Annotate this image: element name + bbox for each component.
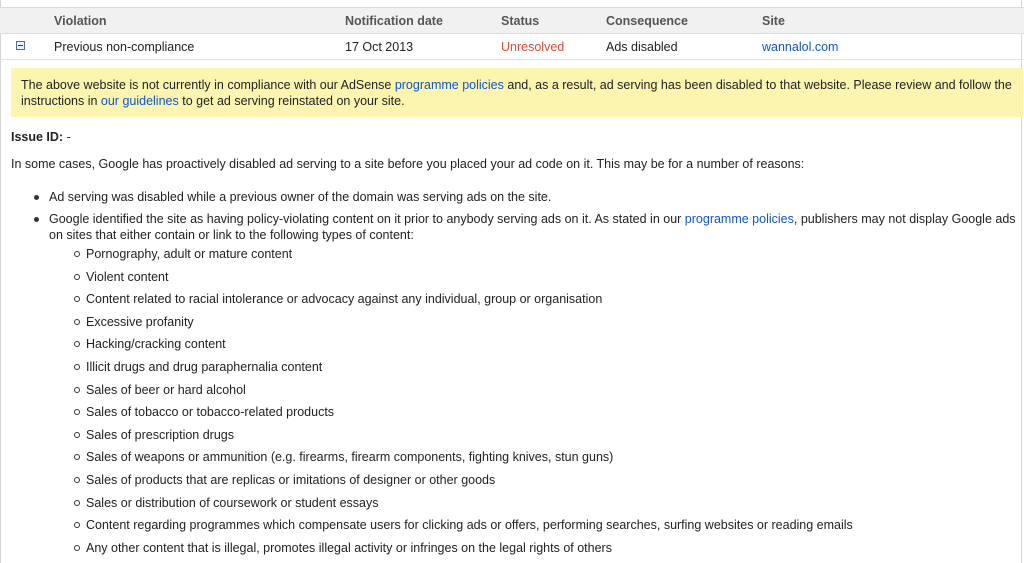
issue-id: Issue ID: - [11, 130, 71, 144]
list-item: Illicit drugs and drug paraphernalia con… [74, 359, 1018, 382]
list-item: Content related to racial intolerance or… [74, 291, 1018, 314]
list-item: Pornography, adult or mature content [74, 246, 1018, 269]
content-type: Sales of products that are replicas or i… [86, 472, 496, 487]
issue-id-label: Issue ID: [11, 130, 64, 144]
column-header-consequence[interactable]: Consequence [606, 14, 688, 28]
content-type: Sales of tobacco or tobacco-related prod… [86, 405, 335, 420]
list-item: Sales or distribution of coursework or s… [74, 495, 1018, 518]
reason-text: Google identified the site as having pol… [34, 211, 1018, 243]
programme-policies-link[interactable]: programme policies [395, 78, 504, 92]
list-item: Hacking/cracking content [74, 336, 1018, 359]
consequence-cell: Ads disabled [606, 40, 678, 54]
column-header-violation[interactable]: Violation [54, 14, 107, 28]
table-row: Previous non-compliance 17 Oct 2013 Unre… [0, 34, 1024, 60]
content-type: Excessive profanity [86, 314, 194, 329]
content-type: Any other content that is illegal, promo… [86, 540, 612, 555]
our-guidelines-link[interactable]: our guidelines [101, 94, 179, 108]
reason-text-part: Google identified the site as having pol… [49, 212, 685, 226]
notification-date-cell: 17 Oct 2013 [345, 40, 414, 54]
reasons-list: Ad serving was disabled while a previous… [34, 189, 1018, 562]
content-type: Content related to racial intolerance or… [86, 292, 603, 307]
notice-text: The above website is not currently in co… [21, 78, 395, 92]
status-badge: Unresolved [501, 40, 565, 54]
list-item: Excessive profanity [74, 314, 1018, 337]
column-header-site[interactable]: Site [762, 14, 785, 28]
content-type: Sales of beer or hard alcohol [86, 382, 246, 397]
list-item: Google identified the site as having pol… [34, 211, 1018, 562]
content-type: Content regarding programmes which compe… [86, 518, 853, 533]
notice-text: to get ad serving reinstated on your sit… [178, 94, 405, 108]
content-type: Pornography, adult or mature content [86, 247, 293, 261]
programme-policies-link[interactable]: programme policies [685, 212, 794, 226]
column-header-status[interactable]: Status [501, 14, 539, 28]
content-type: Sales of prescription drugs [86, 427, 234, 442]
list-item: Sales of tobacco or tobacco-related prod… [74, 404, 1018, 427]
list-item: Violent content [74, 269, 1018, 292]
table-header: Violation Notification date Status Conse… [0, 8, 1024, 34]
collapse-icon[interactable] [16, 41, 25, 50]
site-link[interactable]: wannalol.com [762, 40, 838, 54]
content-type: Violent content [86, 269, 169, 284]
list-item: Ad serving was disabled while a previous… [34, 189, 1018, 211]
list-item: Sales of beer or hard alcohol [74, 382, 1018, 405]
content-type: Sales of weapons or ammunition (e.g. fir… [86, 450, 614, 465]
content-type: Illicit drugs and drug paraphernalia con… [86, 359, 323, 374]
list-item: Sales of prescription drugs [74, 427, 1018, 450]
content-type: Hacking/cracking content [86, 337, 226, 352]
intro-text: In some cases, Google has proactively di… [11, 157, 805, 171]
list-item: Sales of products that are replicas or i… [74, 472, 1018, 495]
reason-text: Ad serving was disabled while a previous… [49, 190, 552, 204]
issue-id-value: - [63, 130, 71, 144]
list-item: Any other content that is illegal, promo… [74, 540, 1018, 563]
content-type: Sales or distribution of coursework or s… [86, 495, 379, 510]
violation-cell: Previous non-compliance [54, 40, 195, 54]
list-item: Sales of weapons or ammunition (e.g. fir… [74, 449, 1018, 472]
list-item: Content regarding programmes which compe… [74, 517, 1018, 540]
policy-notice: The above website is not currently in co… [11, 68, 1023, 117]
column-header-notification-date[interactable]: Notification date [345, 14, 443, 28]
content-types-list: Pornography, adult or mature content Vio… [74, 246, 1018, 562]
